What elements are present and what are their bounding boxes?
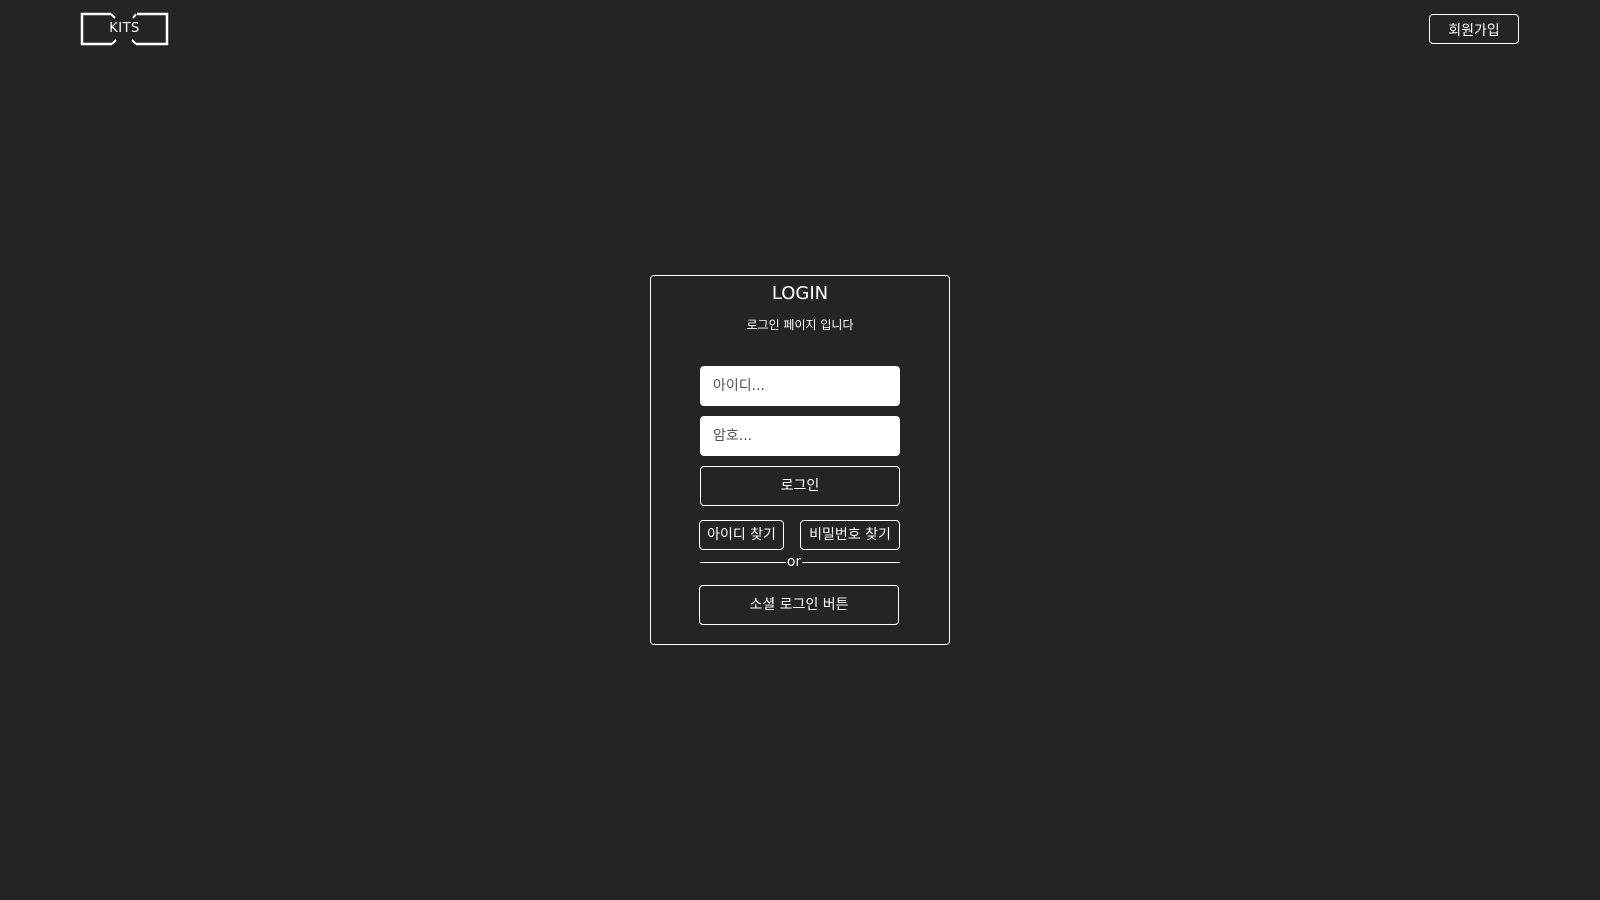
user-id-input[interactable] bbox=[700, 366, 900, 406]
kits-logo[interactable]: KITS bbox=[80, 12, 169, 46]
password-input[interactable] bbox=[700, 416, 900, 456]
logo-text: KITS bbox=[109, 21, 140, 36]
login-card: LOGIN 로그인 페이지 입니다 로그인 아이디 찾기 비밀번호 찾기 or … bbox=[650, 275, 950, 645]
social-login-button[interactable]: 소셜 로그인 버튼 bbox=[699, 585, 899, 625]
or-divider: or bbox=[700, 553, 900, 571]
signup-button[interactable]: 회원가입 bbox=[1429, 14, 1519, 44]
login-title: LOGIN bbox=[771, 283, 829, 304]
divider-line-left bbox=[700, 562, 786, 563]
login-button[interactable]: 로그인 bbox=[700, 466, 900, 506]
divider-or-text: or bbox=[786, 554, 802, 570]
find-id-button[interactable]: 아이디 찾기 bbox=[699, 520, 784, 550]
divider-line-right bbox=[802, 562, 900, 563]
find-password-button[interactable]: 비밀번호 찾기 bbox=[800, 520, 900, 550]
login-page: KITS 회원가입 LOGIN 로그인 페이지 입니다 로그인 아이디 찾기 비… bbox=[0, 0, 1600, 900]
login-subtitle: 로그인 페이지 입니다 bbox=[746, 318, 854, 332]
